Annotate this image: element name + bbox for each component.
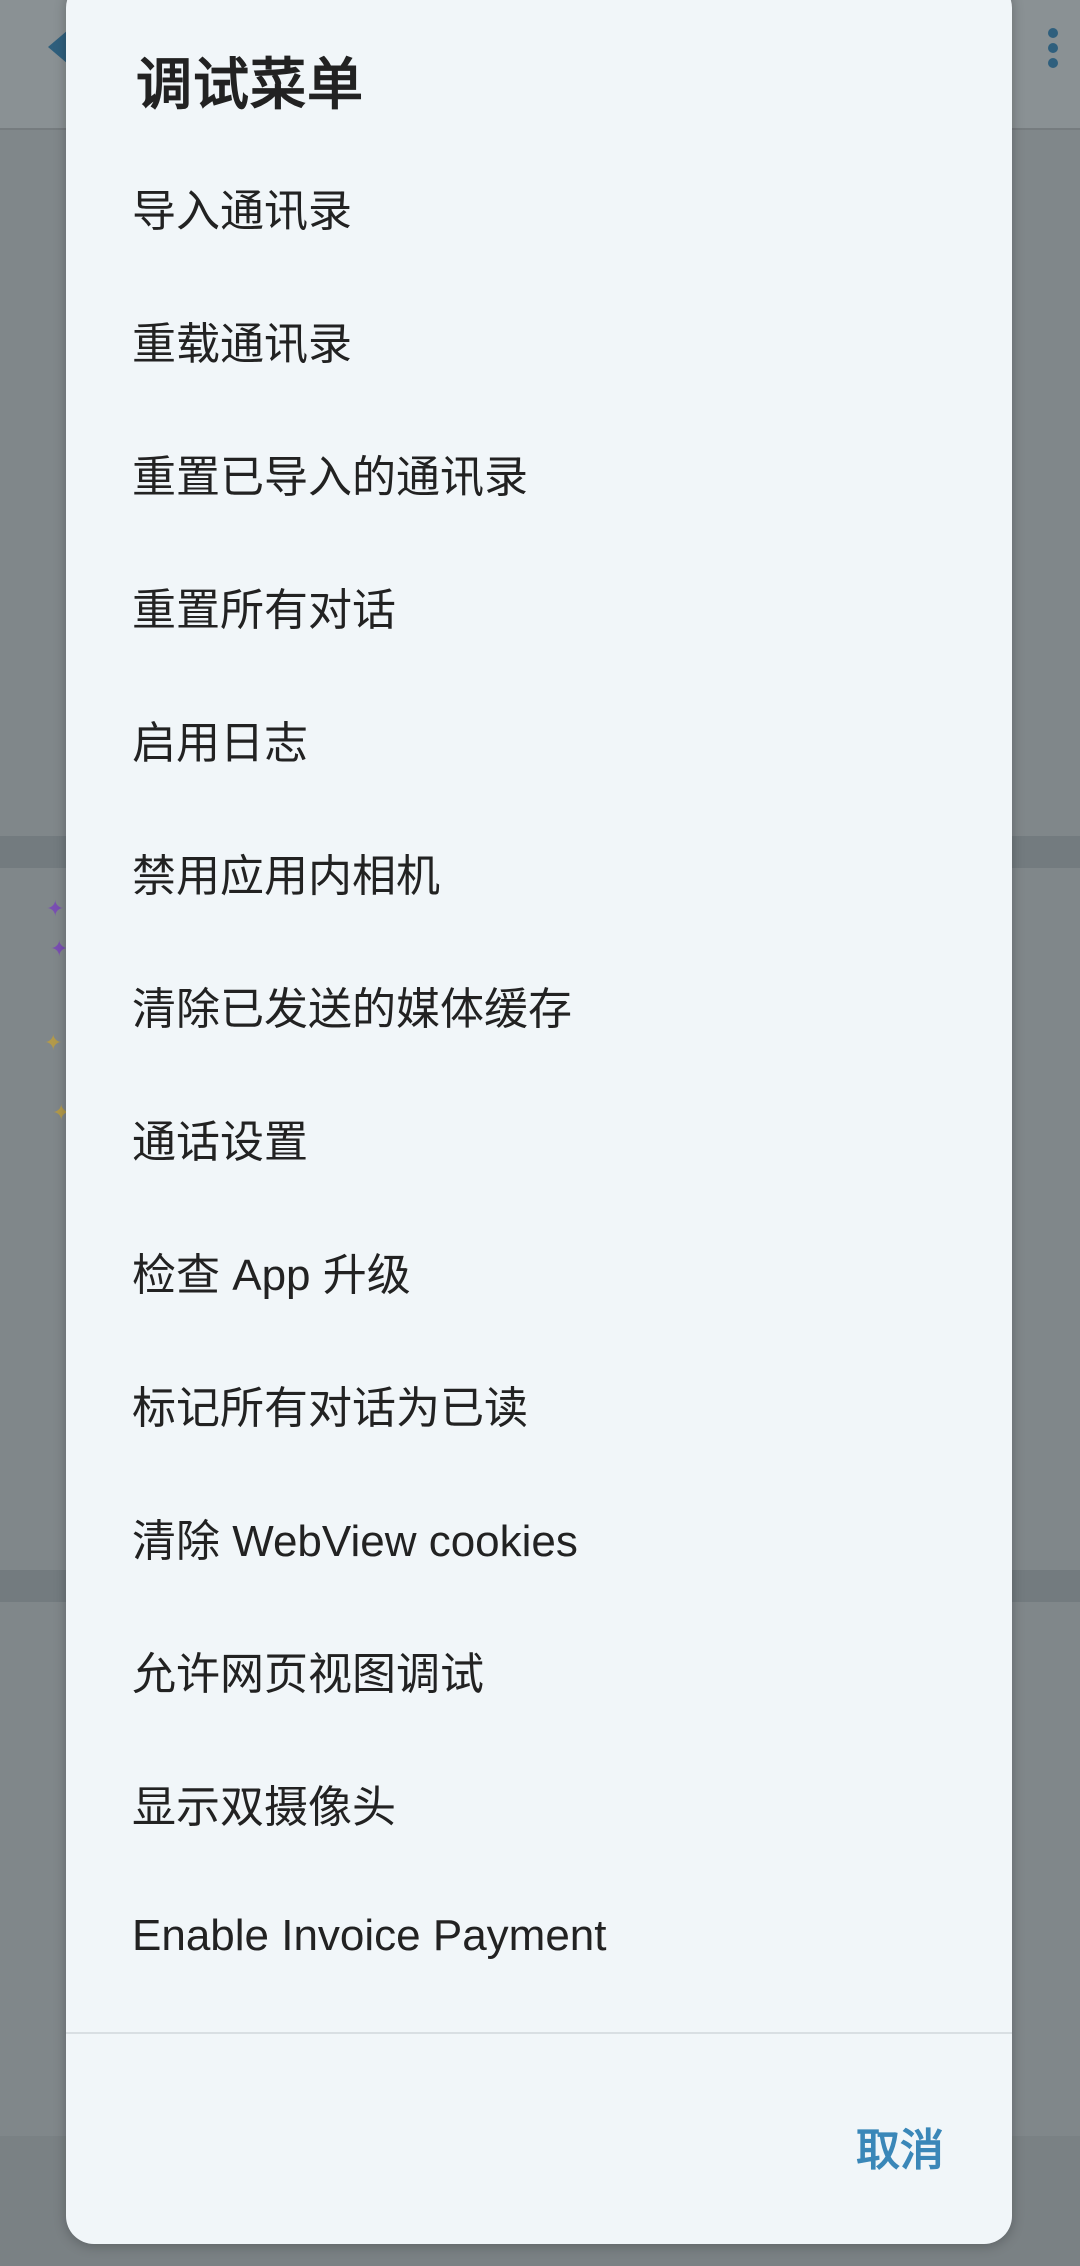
menu-item-clear-media-cache[interactable]: 清除已发送的媒体缓存 [66,938,1012,1071]
sparkle-icon: ✦ [46,896,65,921]
menu-item-dual-camera[interactable]: 显示双摄像头 [66,1736,1012,1869]
menu-item-invoice-payment[interactable]: Enable Invoice Payment [66,1869,1012,2002]
menu-item-mark-all-read[interactable]: 标记所有对话为已读 [66,1337,1012,1470]
menu-item-check-app-update[interactable]: 检查 App 升级 [66,1204,1012,1337]
debug-menu-dialog: 调试菜单 导入通讯录 重载通讯录 重置已导入的通讯录 重置所有对话 启用日志 禁… [66,0,1012,2244]
menu-item-clear-webview-cookies[interactable]: 清除 WebView cookies [66,1470,1012,1603]
menu-item-reset-imported-contacts[interactable]: 重置已导入的通讯录 [66,406,1012,539]
back-arrow-icon [48,30,68,64]
debug-menu-list[interactable]: 导入通讯录 重载通讯录 重置已导入的通讯录 重置所有对话 启用日志 禁用应用内相… [66,140,1012,2032]
cancel-button[interactable]: 取消 [856,2114,944,2178]
menu-item-disable-in-app-camera[interactable]: 禁用应用内相机 [66,805,1012,938]
menu-item-import-contacts[interactable]: 导入通讯录 [66,140,1012,273]
dialog-divider [66,2032,1012,2034]
menu-item-enable-logs[interactable]: 启用日志 [66,672,1012,805]
menu-item-webview-debug[interactable]: 允许网页视图调试 [66,1603,1012,1736]
sparkle-icon: ✦ [44,1030,63,1055]
menu-item-reset-dialogs[interactable]: 重置所有对话 [66,539,1012,672]
menu-item-call-settings[interactable]: 通话设置 [66,1071,1012,1204]
menu-item-reload-contacts[interactable]: 重载通讯录 [66,273,1012,406]
dialog-title: 调试菜单 [136,53,364,116]
more-options-icon [1048,28,1062,72]
